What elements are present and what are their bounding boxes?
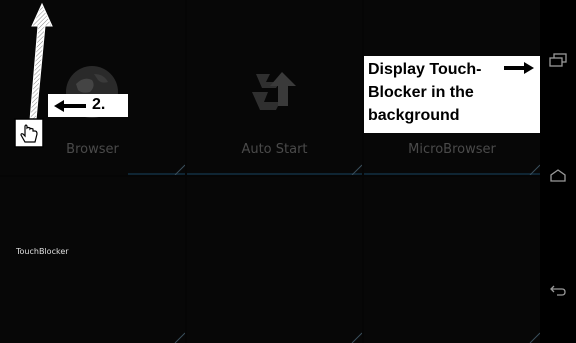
home-icon	[550, 169, 566, 182]
app-label-microbrowser: MicroBrowser	[408, 142, 496, 157]
recent-apps-button[interactable]	[540, 40, 576, 80]
corner-marker	[529, 332, 540, 343]
tile-separator	[364, 173, 540, 175]
corner-marker	[174, 164, 185, 175]
info-callout: Display Touch-Blocker in the background	[364, 56, 540, 133]
navigation-bar	[540, 0, 576, 343]
callout-text: Display Touch-Blocker in the background	[368, 61, 482, 124]
app-tile-auto-start[interactable]: Auto Start	[187, 0, 362, 175]
app-tile-touchblocker[interactable]: TouchBlocker	[0, 177, 185, 343]
step-number: 2.	[92, 96, 106, 113]
corner-marker	[351, 332, 362, 343]
corner-marker	[174, 332, 185, 343]
home-screen: Browser Auto Start MicroBrowser TouchBlo…	[0, 0, 540, 343]
step-callout: 2.	[48, 94, 128, 117]
hand-cursor-icon	[14, 118, 44, 148]
corner-marker	[529, 164, 540, 175]
empty-tile	[364, 177, 540, 343]
app-label-auto-start: Auto Start	[241, 142, 308, 157]
back-button[interactable]	[540, 270, 576, 310]
touchblocker-label: TouchBlocker	[16, 247, 69, 256]
tile-separator	[187, 173, 362, 175]
corner-marker	[351, 164, 362, 175]
home-button[interactable]	[540, 156, 576, 196]
arrow-left-icon	[54, 100, 86, 112]
recent-apps-icon	[549, 53, 567, 67]
arrow-right-icon	[504, 62, 534, 74]
autostart-icon	[252, 72, 296, 110]
back-icon	[550, 285, 566, 296]
empty-tile	[187, 177, 362, 343]
